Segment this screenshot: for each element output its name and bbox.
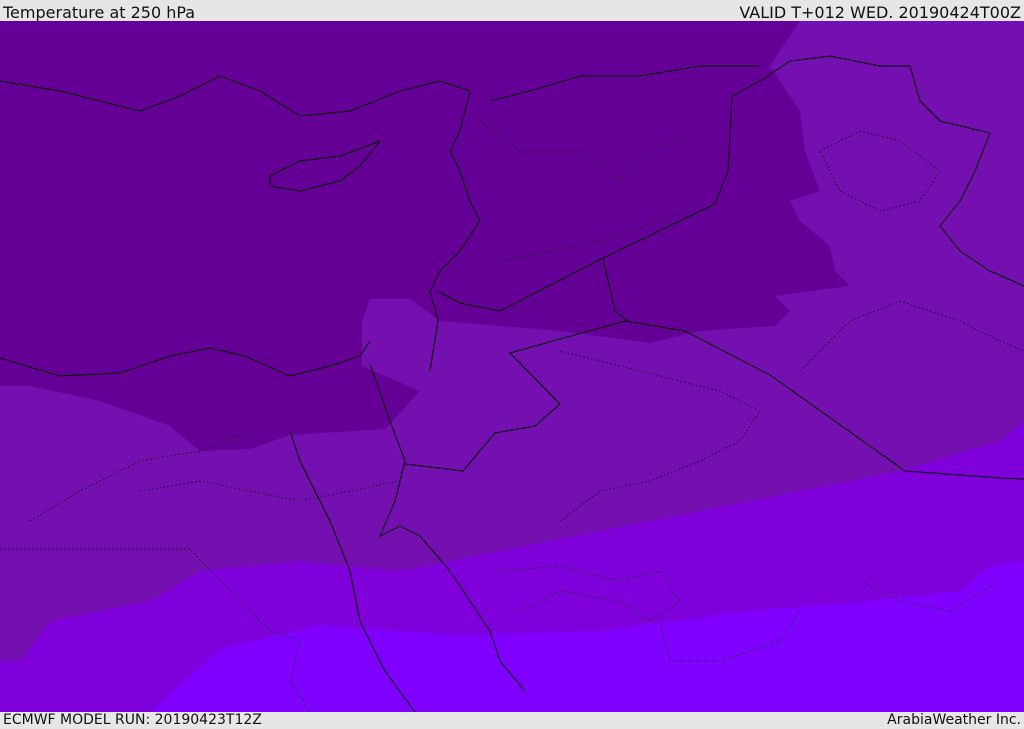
footer-bar: ECMWF MODEL RUN: 20190423T12Z ArabiaWeat… [0,712,1024,729]
credit: ArabiaWeather Inc. [887,712,1021,728]
map-title: Temperature at 250 hPa [3,3,196,22]
temperature-map [0,21,1024,712]
valid-time: VALID T+012 WED. 20190424T00Z [739,3,1021,22]
header-bar: Temperature at 250 hPa VALID T+012 WED. … [0,0,1024,22]
model-run: ECMWF MODEL RUN: 20190423T12Z [3,712,262,728]
